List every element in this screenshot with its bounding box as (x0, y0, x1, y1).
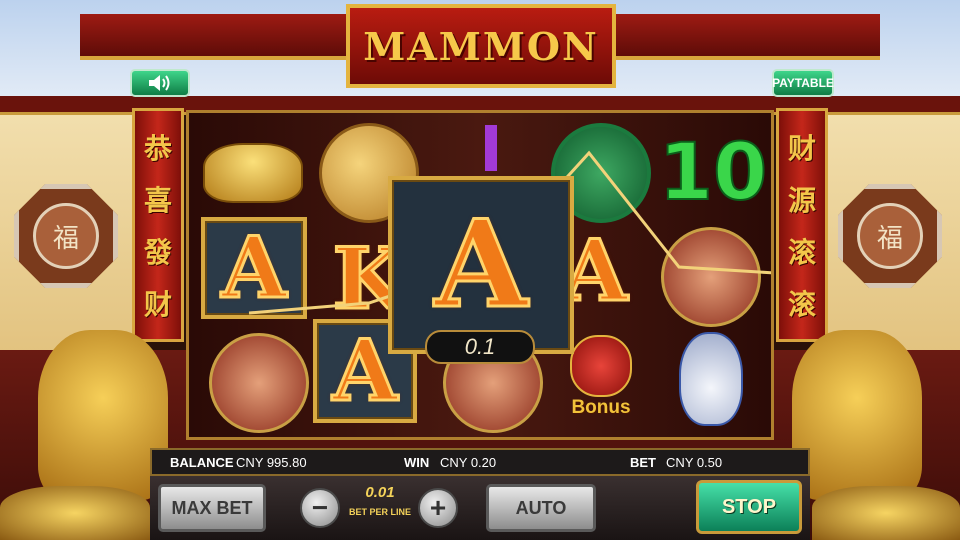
speaker-icon (149, 75, 170, 91)
left-dragon-statue (38, 330, 168, 500)
max-bet-button[interactable]: MAX BET (158, 484, 266, 532)
sound-button[interactable] (130, 69, 190, 97)
left-medallion: 福 (14, 184, 118, 288)
paytable-button[interactable]: PAYTABLE (772, 69, 834, 97)
left-banner-char: 喜 (143, 184, 172, 217)
right-gold-pile (812, 486, 960, 540)
increase-bet-button[interactable]: + (418, 488, 458, 528)
game-title: MAMMON (363, 23, 599, 69)
symbol-win-amount: 0.1 (425, 330, 535, 364)
left-banner: 恭 喜 發 财 (132, 108, 184, 342)
bet-per-line-display: 0.01 BET PER LINE (344, 484, 416, 517)
bet-per-line-label: BET PER LINE (348, 507, 411, 517)
right-banner-char: 滚 (787, 236, 816, 269)
title-plate: MAMMON (346, 4, 616, 88)
winning-a-symbol: A (388, 176, 574, 354)
left-banner-char: 發 (143, 236, 172, 269)
right-banner-char: 滚 (787, 288, 816, 321)
balance-value: CNY 995.80 (236, 455, 307, 470)
left-banner-char: 恭 (143, 132, 172, 165)
right-banner: 财 源 滚 滚 (776, 108, 828, 342)
decrease-bet-button[interactable]: − (300, 488, 340, 528)
right-banner-char: 财 (787, 132, 816, 165)
info-bar: BALANCE CNY 995.80 WIN CNY 0.20 BET CNY … (150, 448, 810, 476)
left-banner-char: 财 (143, 288, 172, 321)
right-dragon-statue (792, 330, 922, 500)
auto-spin-button[interactable]: AUTO (486, 484, 596, 532)
bet-per-line-value: 0.01 (365, 484, 395, 501)
right-banner-char: 源 (787, 184, 816, 217)
left-gold-pile (0, 486, 150, 540)
bet-value: CNY 0.50 (666, 455, 723, 470)
bet-label: BET (630, 455, 656, 470)
win-value: CNY 0.20 (440, 455, 497, 470)
win-label: WIN (404, 455, 430, 470)
balance-label: BALANCE (170, 455, 234, 470)
stop-button[interactable]: STOP (696, 480, 802, 534)
